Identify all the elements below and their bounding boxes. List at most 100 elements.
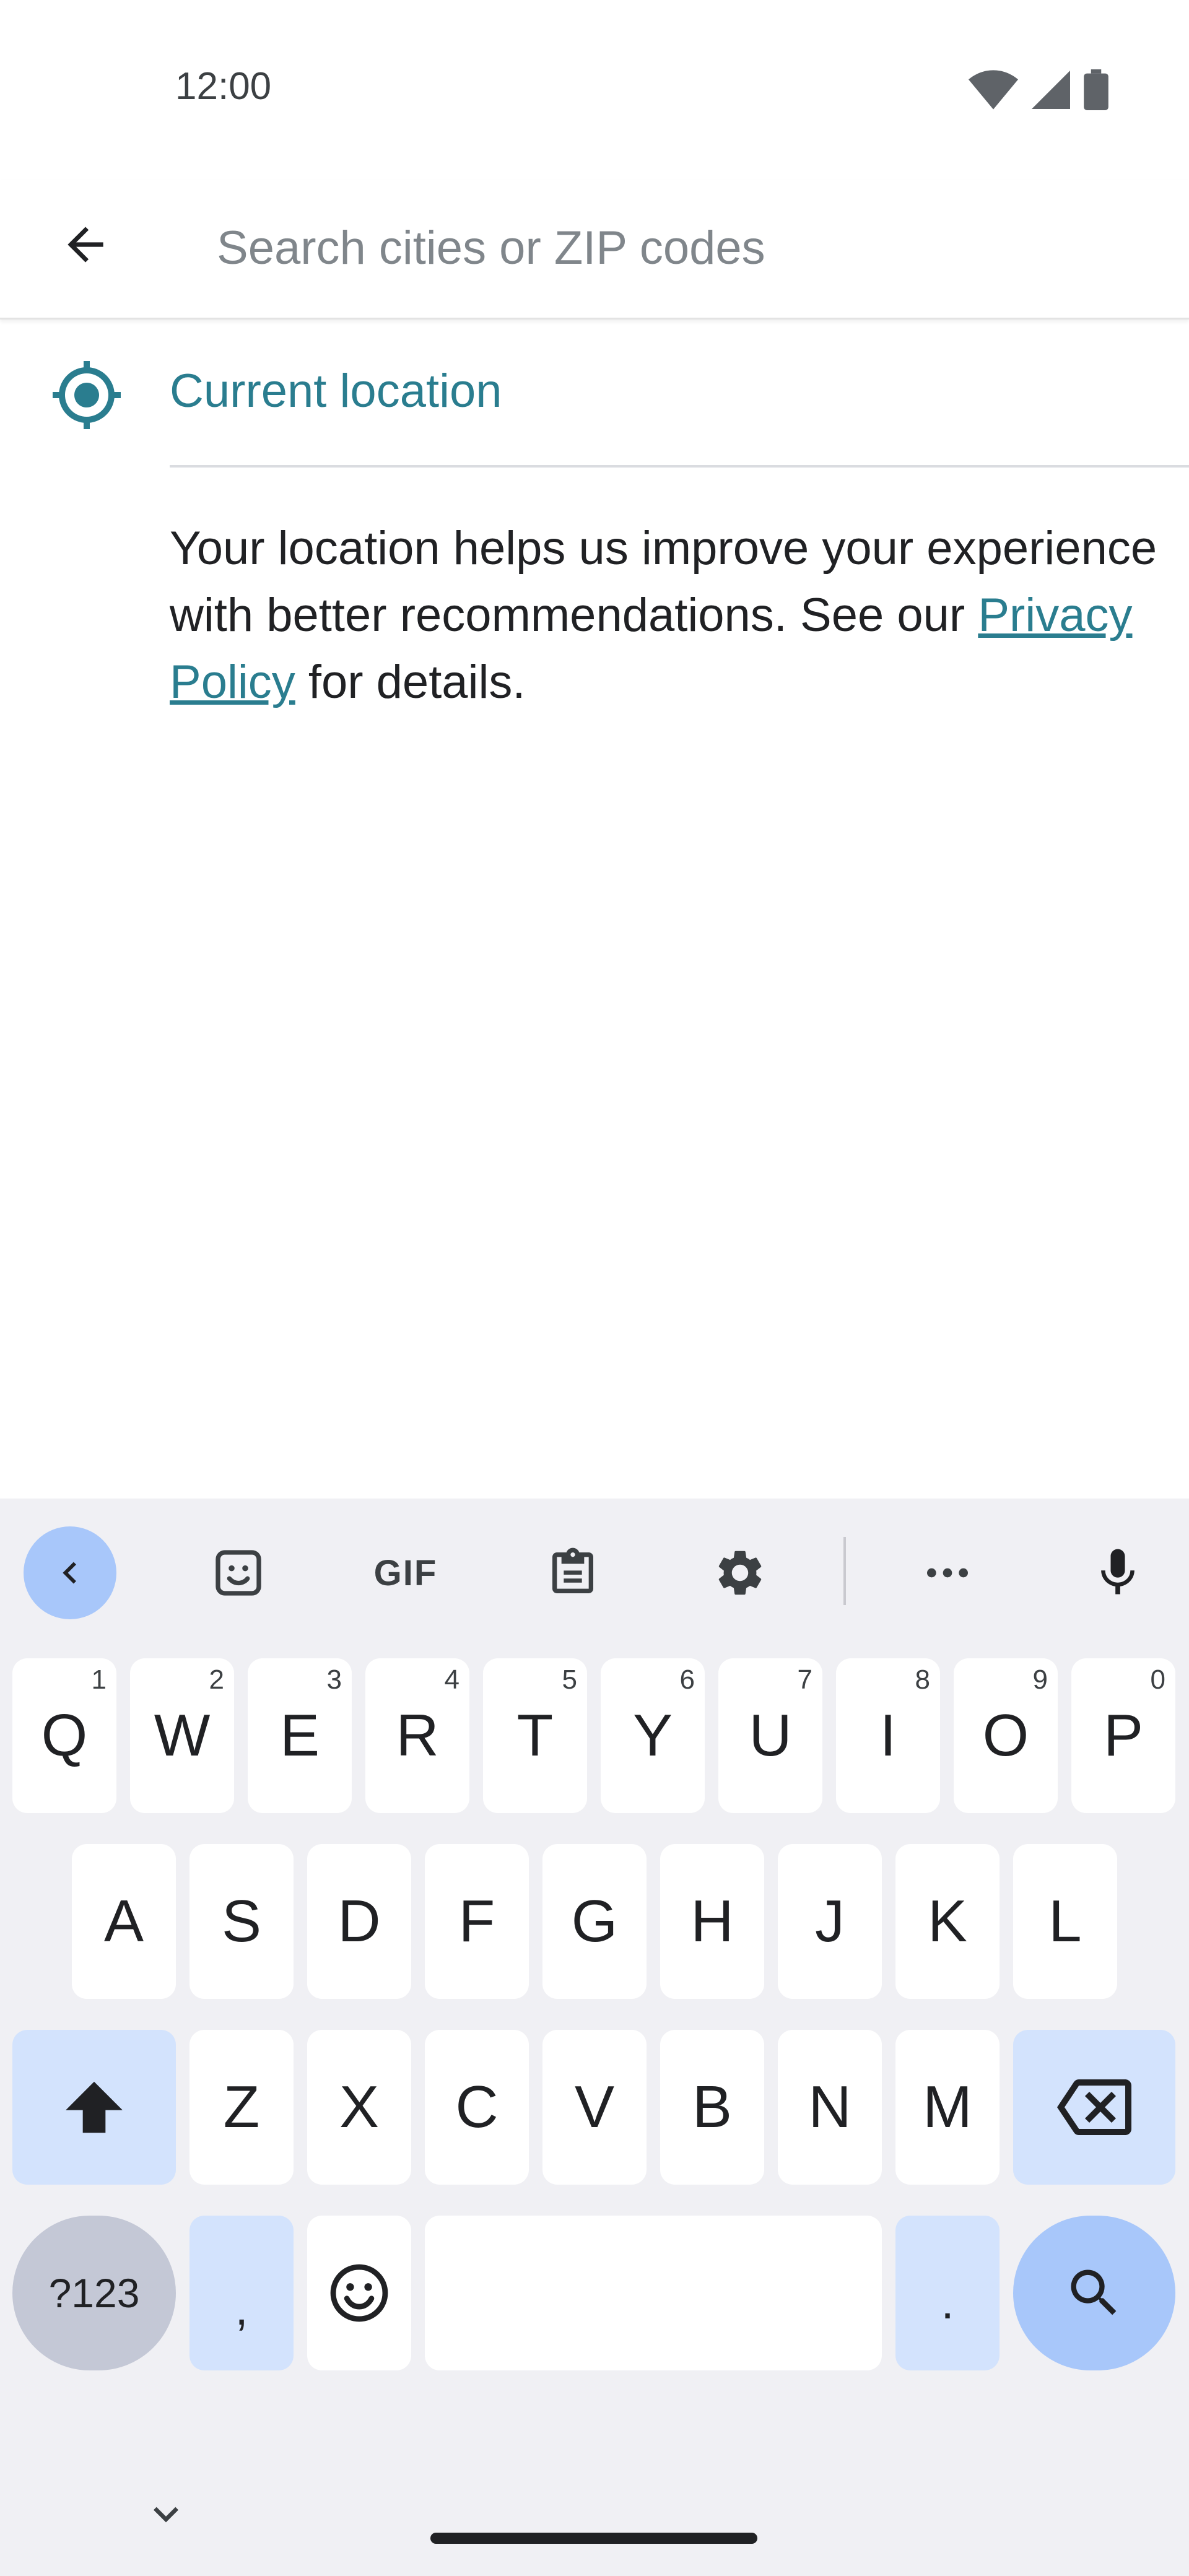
chevron-down-icon <box>154 2507 178 2523</box>
key-label: P <box>1103 1702 1144 1769</box>
key-label: C <box>455 2074 499 2140</box>
key-label: O <box>982 1702 1029 1769</box>
search-action-key[interactable] <box>1013 2216 1175 2370</box>
key-f[interactable]: F <box>425 1844 529 1999</box>
keyboard-settings-button[interactable] <box>694 1526 786 1619</box>
key-l[interactable]: L <box>1013 1844 1117 1999</box>
hide-keyboard-button[interactable] <box>141 2489 191 2539</box>
battery-icon <box>1084 69 1108 110</box>
key-m[interactable]: M <box>895 2030 1000 2185</box>
key-label: G <box>571 1888 618 1954</box>
key-hint: 5 <box>562 1664 577 1695</box>
chevron-left-icon <box>63 1562 76 1584</box>
key-label: D <box>338 1888 381 1954</box>
mic-icon <box>1101 1549 1135 1595</box>
home-indicator[interactable] <box>430 2533 757 2544</box>
key-z[interactable]: Z <box>189 2030 294 2185</box>
key-w[interactable]: W2 <box>130 1658 234 1813</box>
key-label: T <box>516 1702 554 1769</box>
key-label: W <box>154 1702 211 1769</box>
key-y[interactable]: Y6 <box>601 1658 705 1813</box>
back-button[interactable] <box>48 207 123 282</box>
search-input[interactable] <box>217 204 1133 291</box>
arrow-left-icon <box>68 227 103 263</box>
backspace-key[interactable] <box>1013 2030 1175 2185</box>
soft-keyboard: GIF Q1 W2 E3 R4 T5 Y6 U 7 I 8 O 9 P 0 A … <box>0 1499 1189 2576</box>
privacy-text-after: for details. <box>295 656 526 708</box>
space-key[interactable] <box>425 2216 882 2370</box>
key-v[interactable]: V <box>542 2030 647 2185</box>
key-label: Z <box>223 2074 260 2140</box>
key-label: A <box>103 1888 144 1954</box>
status-bar: 12:00 <box>0 0 1189 180</box>
key-k[interactable]: K <box>895 1844 1000 1999</box>
emoji-key[interactable] <box>307 2216 411 2370</box>
key-j[interactable]: J <box>778 1844 882 1999</box>
key-hint: 3 <box>326 1664 342 1695</box>
search-icon <box>1071 2269 1117 2315</box>
key-hint: 1 <box>91 1664 107 1695</box>
backspace-icon <box>1057 2079 1131 2135</box>
my-location-icon <box>53 361 121 429</box>
key-a[interactable]: A <box>72 1844 176 1999</box>
key-label: N <box>808 2074 851 2140</box>
status-icons <box>969 69 1108 110</box>
current-location-label: Current location <box>170 365 502 417</box>
key-label: M <box>923 2074 972 2140</box>
key-o[interactable]: O9 <box>954 1658 1058 1813</box>
key-label: B <box>692 2074 733 2140</box>
gif-icon: GIF <box>373 1552 438 1593</box>
key-p[interactable]: P0 <box>1071 1658 1175 1813</box>
current-location-item[interactable]: Current location <box>0 322 1189 468</box>
key-n[interactable]: N <box>778 2030 882 2185</box>
divider <box>170 465 1189 468</box>
key-hint: 8 <box>915 1664 930 1695</box>
key-g[interactable]: G <box>542 1844 647 1999</box>
sticker-icon <box>216 1550 261 1596</box>
key-label: S <box>221 1888 262 1954</box>
key-d[interactable]: D <box>307 1844 411 1999</box>
key-label: Y <box>632 1702 673 1769</box>
key-label: L <box>1048 1888 1082 1954</box>
key-label: F <box>458 1888 495 1954</box>
key-hint: 4 <box>444 1664 459 1695</box>
more-options-button[interactable] <box>901 1526 994 1619</box>
key-label: V <box>574 2074 615 2140</box>
key-hint: 7 <box>797 1664 812 1695</box>
key-q[interactable]: Q1 <box>12 1658 116 1813</box>
key-u[interactable]: U7 <box>718 1658 822 1813</box>
key-hint: 6 <box>679 1664 695 1695</box>
clipboard-button[interactable] <box>526 1526 619 1619</box>
key-r[interactable]: R4 <box>365 1658 469 1813</box>
key-c[interactable]: C <box>425 2030 529 2185</box>
key-label: , <box>235 2282 248 2335</box>
key-label: ?123 <box>48 2270 140 2316</box>
key-h[interactable]: H <box>660 1844 764 1999</box>
status-time: 12:00 <box>175 65 272 108</box>
key-e[interactable]: E3 <box>248 1658 352 1813</box>
search-app-bar <box>0 180 1189 320</box>
keyboard-toolbar: GIF <box>0 1499 1189 1641</box>
comma-key[interactable]: , <box>189 2216 294 2370</box>
period-key[interactable]: . <box>895 2216 1000 2370</box>
more-horiz-icon <box>927 1568 968 1578</box>
symbols-key[interactable]: ?123 <box>12 2216 176 2370</box>
privacy-notice: Your location helps us improve your expe… <box>170 515 1161 716</box>
sticker-button[interactable] <box>192 1526 285 1619</box>
key-label: H <box>690 1888 734 1954</box>
key-label: J <box>815 1888 845 1954</box>
voice-input-button[interactable] <box>1071 1526 1164 1619</box>
key-label: U <box>749 1702 792 1769</box>
key-label: I <box>879 1702 897 1769</box>
keyboard-collapse-button[interactable] <box>24 1526 116 1619</box>
key-hint: 2 <box>209 1664 224 1695</box>
key-s[interactable]: S <box>189 1844 294 1999</box>
key-x[interactable]: X <box>307 2030 411 2185</box>
key-b[interactable]: B <box>660 2030 764 2185</box>
shift-key[interactable] <box>12 2030 176 2185</box>
key-t[interactable]: T5 <box>483 1658 587 1813</box>
gif-button[interactable]: GIF <box>359 1526 452 1619</box>
shift-icon <box>66 2081 123 2133</box>
gear-icon <box>718 1551 762 1595</box>
key-i[interactable]: I8 <box>836 1658 940 1813</box>
